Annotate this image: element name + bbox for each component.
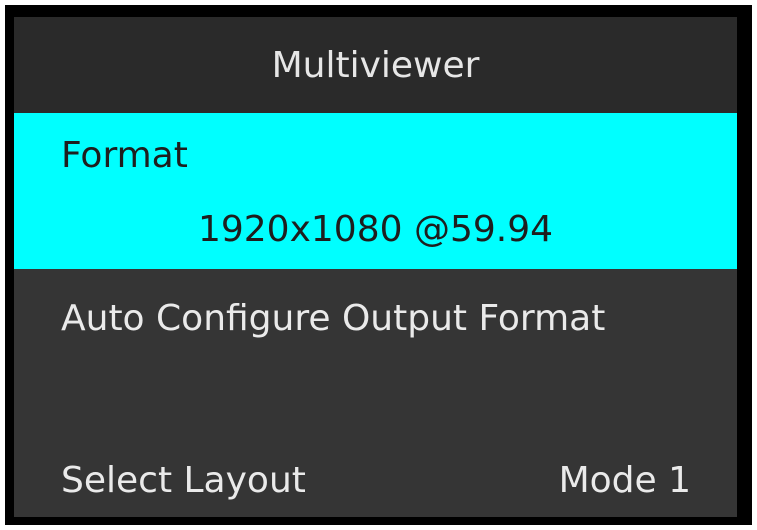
device-screen: Multiviewer Format 1920x1080 @59.94 Auto… — [5, 5, 752, 525]
select-layout-value: Mode 1 — [558, 460, 691, 501]
menu-item-select-layout[interactable]: Select Layout Mode 1 — [61, 460, 691, 504]
menu-title: Multiviewer — [14, 17, 737, 113]
select-layout-label: Select Layout — [61, 460, 306, 501]
format-value: 1920x1080 @59.94 — [197, 209, 554, 250]
menu-panel: Multiviewer Format 1920x1080 @59.94 Auto… — [14, 17, 737, 517]
menu-item-format[interactable]: Format 1920x1080 @59.94 — [14, 113, 737, 269]
menu-item-auto-configure-output-format[interactable]: Auto Configure Output Format — [61, 295, 701, 342]
format-label: Format — [61, 135, 188, 176]
